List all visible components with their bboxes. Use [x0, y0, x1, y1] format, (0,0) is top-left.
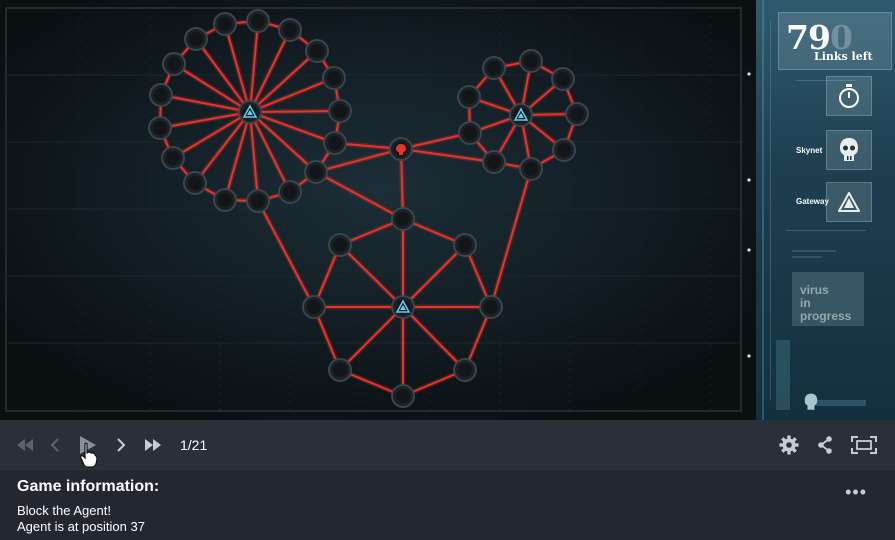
- fullscreen-button[interactable]: [851, 435, 877, 455]
- network-link[interactable]: [249, 110, 341, 113]
- network-board: [0, 0, 756, 420]
- fullscreen-icon: [851, 436, 877, 454]
- game-viewer: 790 Links left Skynet Gateway virus in p…: [0, 0, 895, 420]
- network-node[interactable]: [551, 67, 575, 91]
- network-node[interactable]: [183, 171, 207, 195]
- player-controls: 1/21: [0, 420, 895, 470]
- network-node[interactable]: [458, 121, 482, 145]
- network-node[interactable]: [278, 180, 302, 204]
- network-node[interactable]: [328, 233, 352, 257]
- next-frame-button[interactable]: [114, 436, 128, 454]
- gateway-node[interactable]: [238, 100, 262, 124]
- share-icon: [818, 436, 832, 454]
- network-node[interactable]: [482, 150, 506, 174]
- network-node[interactable]: [328, 99, 352, 123]
- network-node[interactable]: [246, 189, 270, 213]
- gateway-label: Gateway: [796, 197, 829, 206]
- last-frame-button[interactable]: [144, 436, 162, 454]
- network-node[interactable]: [453, 358, 477, 382]
- network-node[interactable]: [213, 188, 237, 212]
- stopwatch-icon: [839, 84, 859, 108]
- game-info-line-1: Block the Agent!: [17, 503, 111, 518]
- agent-node[interactable]: [389, 137, 413, 161]
- network-node[interactable]: [391, 384, 415, 408]
- previous-frame-button[interactable]: [48, 436, 62, 454]
- gateway-node[interactable]: [509, 103, 533, 127]
- game-info-panel: Game information: Block the Agent! Agent…: [0, 470, 895, 540]
- gateway-node[interactable]: [391, 295, 415, 319]
- first-frame-button[interactable]: [16, 436, 34, 454]
- network-node[interactable]: [457, 85, 481, 109]
- network-node[interactable]: [302, 295, 326, 319]
- chevron-right-icon: [117, 438, 126, 452]
- network-node[interactable]: [323, 131, 347, 155]
- settings-button[interactable]: [779, 435, 799, 455]
- network-node[interactable]: [519, 49, 543, 73]
- network-node[interactable]: [305, 39, 329, 63]
- timer-icon-box: [826, 76, 872, 116]
- network-node[interactable]: [322, 66, 346, 90]
- network-node[interactable]: [304, 160, 328, 184]
- game-info-line-2: Agent is at position 37: [17, 519, 145, 534]
- network-node[interactable]: [213, 12, 237, 36]
- links-left-label: Links left: [814, 50, 873, 63]
- network-node[interactable]: [184, 27, 208, 51]
- network-node[interactable]: [552, 138, 576, 162]
- network-node[interactable]: [453, 233, 477, 257]
- more-options-button[interactable]: •••: [845, 482, 867, 503]
- hud-panel: 790 Links left Skynet Gateway virus in p…: [756, 0, 895, 420]
- fast-forward-icon: [145, 439, 161, 451]
- virus-status: virus in progress: [792, 272, 864, 326]
- network-node[interactable]: [519, 157, 543, 181]
- gateway-icon-box: [826, 182, 872, 222]
- hand-cursor-icon: [80, 442, 98, 468]
- network-node[interactable]: [161, 146, 185, 170]
- network-node[interactable]: [149, 83, 173, 107]
- network-node[interactable]: [148, 116, 172, 140]
- gear-icon: [779, 435, 799, 455]
- network-node[interactable]: [479, 295, 503, 319]
- skull-small-icon: [804, 393, 818, 410]
- frame-counter: 1/21: [180, 437, 208, 453]
- skull-icon: [840, 138, 858, 161]
- network-node[interactable]: [565, 102, 589, 126]
- chevron-left-icon: [50, 438, 59, 452]
- gateway-icon: [838, 192, 860, 212]
- network-node[interactable]: [328, 358, 352, 382]
- network-node[interactable]: [391, 207, 415, 231]
- skynet-label: Skynet: [796, 146, 823, 155]
- network-node[interactable]: [246, 9, 270, 33]
- skynet-icon-box: [826, 130, 872, 170]
- share-button[interactable]: [816, 435, 834, 455]
- network-node[interactable]: [278, 18, 302, 42]
- network-node[interactable]: [162, 52, 186, 76]
- rewind-icon: [17, 439, 33, 451]
- game-info-title: Game information:: [17, 478, 160, 495]
- network-node[interactable]: [482, 56, 506, 80]
